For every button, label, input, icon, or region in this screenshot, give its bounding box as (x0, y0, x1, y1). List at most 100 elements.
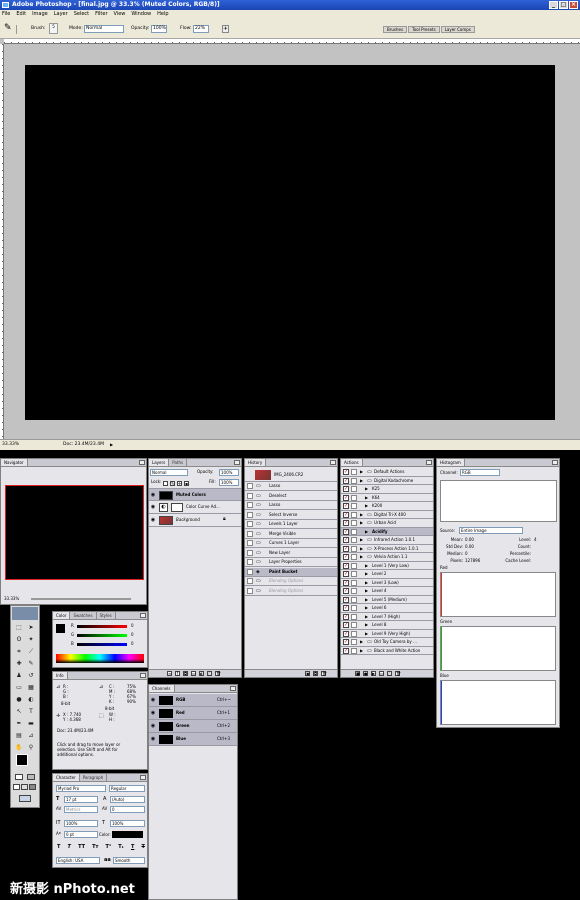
expand-triangle-icon[interactable]: ▶ (365, 502, 368, 510)
history-brush-source-icon[interactable] (247, 568, 253, 575)
foreground-color-swatch[interactable] (16, 754, 28, 766)
menu-filter[interactable]: Filter (95, 10, 107, 19)
action-item[interactable]: ✓ ▶ ▭ Digital Tri-X 400 (341, 511, 433, 519)
dialog-toggle-icon[interactable] (351, 579, 357, 586)
horizontal-ruler[interactable] (4, 39, 580, 44)
dialog-toggle-icon[interactable] (351, 486, 357, 492)
link-layers-icon[interactable]: ∞ (167, 671, 172, 676)
blue-slider[interactable] (77, 643, 127, 646)
history-brush-source-icon[interactable] (247, 559, 253, 565)
action-toggle-checkbox[interactable]: ✓ (343, 554, 349, 560)
dialog-toggle-icon[interactable] (351, 545, 357, 552)
maximize-button[interactable]: □ (559, 1, 568, 9)
action-item[interactable]: ✓ ▶ ▭ Digital Kodachrome (341, 477, 433, 485)
action-toggle-checkbox[interactable]: ✓ (343, 639, 349, 645)
small-caps-button[interactable]: Tᴛ (92, 844, 98, 850)
visibility-eye-icon[interactable]: ◉ (150, 504, 156, 510)
menu-file[interactable]: File (2, 10, 10, 19)
slice-tool-icon[interactable]: ⟋ (27, 648, 35, 656)
vertical-scale-input[interactable]: 100% (64, 820, 98, 827)
navigator-proxy-view[interactable] (5, 485, 144, 580)
history-state[interactable]: ▭ Curves 1 Layer (245, 539, 337, 548)
history-state[interactable]: ▭ New Layer (245, 549, 337, 558)
expand-triangle-icon[interactable]: ▶ (365, 494, 368, 502)
action-item[interactable]: ✓ ▶ K200 (341, 502, 433, 511)
history-brush-source-icon[interactable] (247, 578, 253, 584)
expand-triangle-icon[interactable]: ▶ (365, 528, 368, 536)
history-brush-source-icon[interactable] (247, 530, 253, 537)
action-toggle-checkbox[interactable]: ✓ (343, 503, 349, 509)
action-toggle-checkbox[interactable]: ✓ (343, 647, 349, 654)
history-state[interactable]: ▭ Levels 1 Layer (245, 520, 337, 529)
eraser-tool-icon[interactable]: ▭ (15, 684, 23, 692)
action-item[interactable]: ✓ ▶ ▭ Default Actions (341, 468, 433, 477)
visibility-eye-icon[interactable]: ◉ (150, 723, 156, 729)
expand-triangle-icon[interactable]: ▶ (360, 511, 363, 519)
font-family-select[interactable]: Myriad Pro (56, 785, 106, 792)
expand-triangle-icon[interactable]: ▶ (365, 621, 368, 629)
expand-triangle-icon[interactable]: ▶ (365, 562, 368, 570)
action-item[interactable]: ✓ ▶ Level 7 (High) (341, 613, 433, 621)
histogram-channel-select[interactable]: RGB (460, 469, 500, 476)
tab-paragraph[interactable]: Paragraph (80, 774, 108, 781)
menu-select[interactable]: Select (74, 10, 89, 19)
action-item[interactable]: ✓ ▶ ▭ Old Toy Camera by ... (341, 638, 433, 647)
expand-triangle-icon[interactable]: ▶ (365, 613, 368, 621)
action-toggle-checkbox[interactable]: ✓ (343, 511, 349, 518)
history-brush-source-icon[interactable] (247, 540, 253, 546)
history-brush-source-icon[interactable] (247, 502, 253, 508)
menu-help[interactable]: Help (157, 10, 168, 19)
new-action-icon[interactable]: ▯ (387, 671, 392, 676)
visibility-eye-icon[interactable]: ◉ (150, 492, 156, 498)
menu-image[interactable]: Image (32, 10, 48, 19)
tab-styles[interactable]: Styles (97, 612, 116, 619)
all-caps-button[interactable]: TT (78, 844, 85, 850)
expand-triangle-icon[interactable]: ▶ (360, 468, 363, 476)
action-toggle-checkbox[interactable]: ✓ (343, 588, 349, 594)
dodge-tool-icon[interactable]: ◐ (27, 696, 35, 704)
delete-layer-icon[interactable]: 🗑︎ (215, 671, 221, 676)
expand-triangle-icon[interactable]: ▶ (365, 630, 368, 638)
notes-tool-icon[interactable]: ▤ (15, 732, 23, 740)
history-state[interactable]: ▭ Blending Options (245, 587, 337, 596)
expand-triangle-icon[interactable]: ▶ (365, 570, 368, 578)
action-item[interactable]: ✓ ▶ Level 9 (Very High) (341, 630, 433, 638)
fill-input[interactable]: 100% (219, 479, 239, 486)
dialog-toggle-icon[interactable] (351, 647, 357, 654)
expand-triangle-icon[interactable]: ▶ (360, 536, 363, 544)
history-state[interactable]: ▭ Select Inverse (245, 511, 337, 520)
expand-triangle-icon[interactable]: ▶ (360, 638, 363, 646)
horizontal-scale-input[interactable]: 100% (110, 820, 145, 827)
dialog-toggle-icon[interactable] (351, 596, 357, 603)
dialog-toggle-icon[interactable] (351, 503, 357, 509)
history-state[interactable]: ▭ Merge Visible (245, 530, 337, 539)
expand-triangle-icon[interactable]: ▶ (365, 596, 368, 604)
tab-info[interactable]: Info (53, 672, 68, 679)
gradient-tool-icon[interactable]: ▦ (27, 684, 35, 692)
status-arrow-icon[interactable]: ▶ (110, 443, 114, 447)
tab-actions[interactable]: Actions (341, 459, 363, 466)
new-set-icon[interactable]: ▭ (191, 671, 196, 676)
clone-stamp-tool-icon[interactable]: ♟ (15, 672, 23, 680)
type-tool-icon[interactable]: T (27, 708, 35, 716)
action-item[interactable]: ✓ ▶ ▭ Velvia Action 1.1 (341, 553, 433, 562)
new-snapshot-icon[interactable]: ◘ (313, 671, 318, 676)
status-zoom[interactable]: 33.33% (2, 440, 19, 450)
jump-to-imageready-icon[interactable] (19, 795, 31, 802)
healing-brush-tool-icon[interactable]: ✚ (15, 660, 23, 668)
channel-row-rgb[interactable]: ◉ RGB Ctrl+~ (149, 694, 237, 707)
action-toggle-checkbox[interactable]: ✓ (343, 486, 349, 492)
history-brush-source-icon[interactable] (247, 549, 253, 556)
history-brush-source-icon[interactable] (247, 483, 253, 489)
tab-navigator[interactable]: Navigator (1, 459, 28, 466)
action-item[interactable]: ✓ ▶ Acidify (341, 527, 433, 536)
expand-triangle-icon[interactable]: ▶ (365, 604, 368, 612)
action-item[interactable]: ✓ ▶ Level 5 (Medium) (341, 596, 433, 604)
menu-layer[interactable]: Layer (54, 10, 68, 19)
opacity-input[interactable]: 100% (151, 25, 167, 33)
panel-close-icon[interactable] (140, 613, 146, 618)
color-foreground-swatch[interactable] (56, 624, 65, 633)
dialog-toggle-icon[interactable] (351, 630, 357, 637)
font-style-select[interactable]: Regular (109, 785, 145, 792)
dialog-toggle-icon[interactable] (351, 528, 357, 535)
